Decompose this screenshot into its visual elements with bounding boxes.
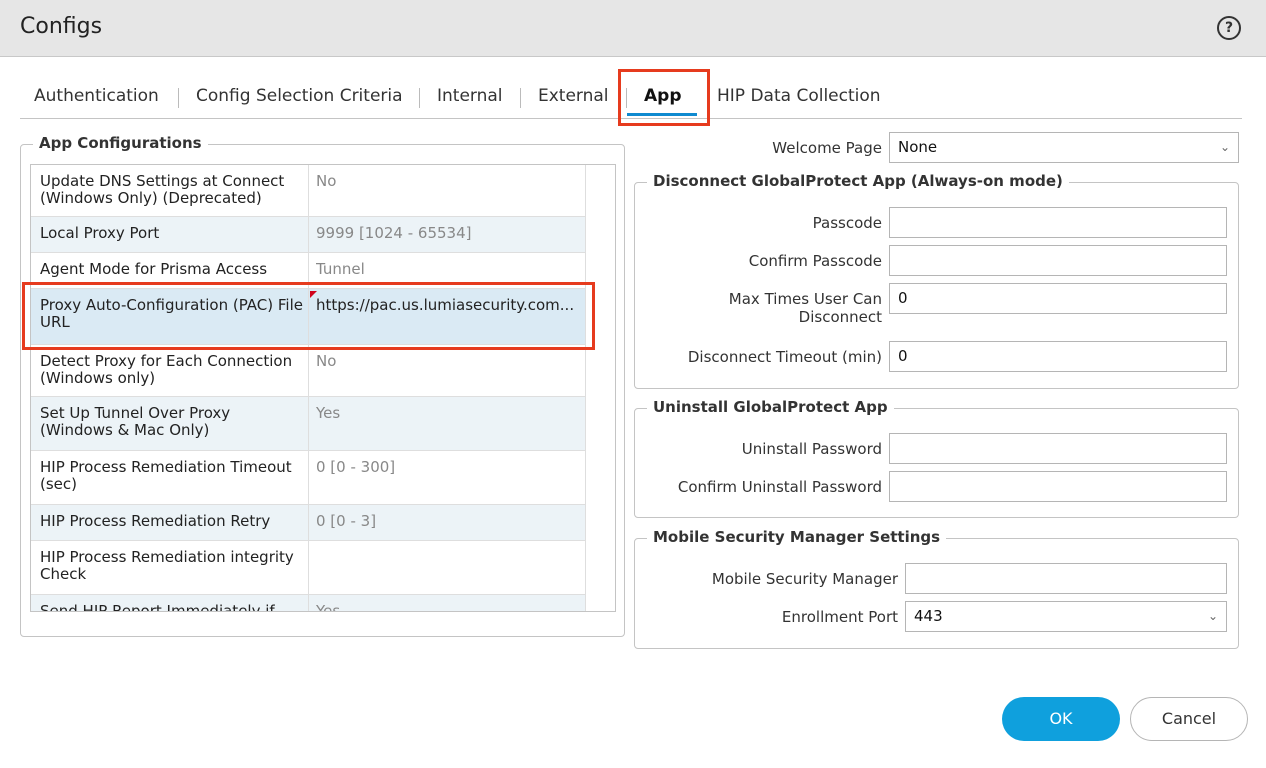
disconnect-app-legend: Disconnect GlobalProtect App (Always-on … <box>647 172 1069 190</box>
disconnect-timeout-label: Disconnect Timeout (min) <box>687 348 882 366</box>
tab-app-highlight <box>618 69 710 126</box>
tab-separator <box>178 88 179 108</box>
max-disconnect-input[interactable]: 0 <box>889 283 1227 314</box>
confirm-passcode-label: Confirm Passcode <box>748 252 882 270</box>
chevron-down-icon: ⌄ <box>1219 140 1230 154</box>
tab-internal[interactable]: Internal <box>437 86 503 106</box>
enrollment-port-value: 443 <box>914 607 943 625</box>
enrollment-port-label: Enrollment Port <box>781 608 898 626</box>
confirm-uninstall-password-input[interactable] <box>889 471 1227 502</box>
chevron-down-icon: ⌄ <box>1207 609 1218 623</box>
welcome-page-select[interactable]: None ⌄ <box>889 132 1239 163</box>
tab-hip-data-collection[interactable]: HIP Data Collection <box>717 86 881 106</box>
row-value: No <box>316 353 337 370</box>
row-label: Local Proxy Port <box>40 224 160 242</box>
tab-external[interactable]: External <box>538 86 609 106</box>
uninstall-password-input[interactable] <box>889 433 1227 464</box>
welcome-page-label: Welcome Page <box>772 139 882 157</box>
passcode-input[interactable] <box>889 207 1227 238</box>
app-configurations-table: Update DNS Settings at Connect (Windows … <box>30 164 616 612</box>
row-value: 0 [0 - 3] <box>316 513 377 530</box>
cancel-button[interactable]: Cancel <box>1130 697 1248 741</box>
row-value: 9999 [1024 - 65534] <box>316 225 472 242</box>
tab-separator <box>419 88 420 108</box>
row-value: No <box>316 173 337 190</box>
row-value: 0 [0 - 300] <box>316 459 396 476</box>
confirm-uninstall-password-label: Confirm Uninstall Password <box>677 478 882 496</box>
enrollment-port-select[interactable]: 443 ⌄ <box>905 601 1227 632</box>
row-value: Tunnel <box>316 261 365 278</box>
disconnect-timeout-input[interactable]: 0 <box>889 341 1227 372</box>
welcome-page-value: None <box>898 138 938 156</box>
row-label: HIP Process Remediation Timeout (sec) <box>40 458 292 493</box>
tab-config-selection-criteria[interactable]: Config Selection Criteria <box>196 86 403 106</box>
row-label: Detect Proxy for Each Connection (Window… <box>40 352 293 387</box>
row-label: Agent Mode for Prisma Access <box>40 260 268 278</box>
row-value: Yes <box>316 405 341 422</box>
mobile-security-manager-legend: Mobile Security Manager Settings <box>647 528 947 546</box>
scrollbar-track[interactable] <box>585 165 586 611</box>
ok-button[interactable]: OK <box>1002 697 1120 741</box>
row-label: HIP Process Remediation integrity Check <box>40 548 294 583</box>
dialog-title: Configs <box>20 14 103 39</box>
dialog-titlebar: Configs ? <box>0 0 1266 57</box>
app-configurations-legend: App Configurations <box>33 134 208 152</box>
row-value: Yes <box>316 603 341 612</box>
mobile-security-manager-label: Mobile Security Manager <box>711 570 898 588</box>
uninstall-password-label: Uninstall Password <box>741 440 882 458</box>
tab-separator <box>520 88 521 108</box>
passcode-label: Passcode <box>812 214 882 232</box>
row-label: Update DNS Settings at Connect (Windows … <box>40 172 285 207</box>
confirm-passcode-input[interactable] <box>889 245 1227 276</box>
row-label: Set Up Tunnel Over Proxy (Windows & Mac … <box>40 404 231 439</box>
row-label: Send HIP Report Immediately if <box>40 602 275 612</box>
uninstall-app-legend: Uninstall GlobalProtect App <box>647 398 894 416</box>
row-label: HIP Process Remediation Retry <box>40 512 271 530</box>
mobile-security-manager-input[interactable] <box>905 563 1227 594</box>
pac-row-highlight <box>22 282 595 350</box>
tab-authentication[interactable]: Authentication <box>34 86 159 106</box>
max-disconnect-label: Max Times User Can Disconnect <box>728 290 882 326</box>
help-icon[interactable]: ? <box>1217 16 1241 40</box>
column-divider <box>308 165 309 611</box>
